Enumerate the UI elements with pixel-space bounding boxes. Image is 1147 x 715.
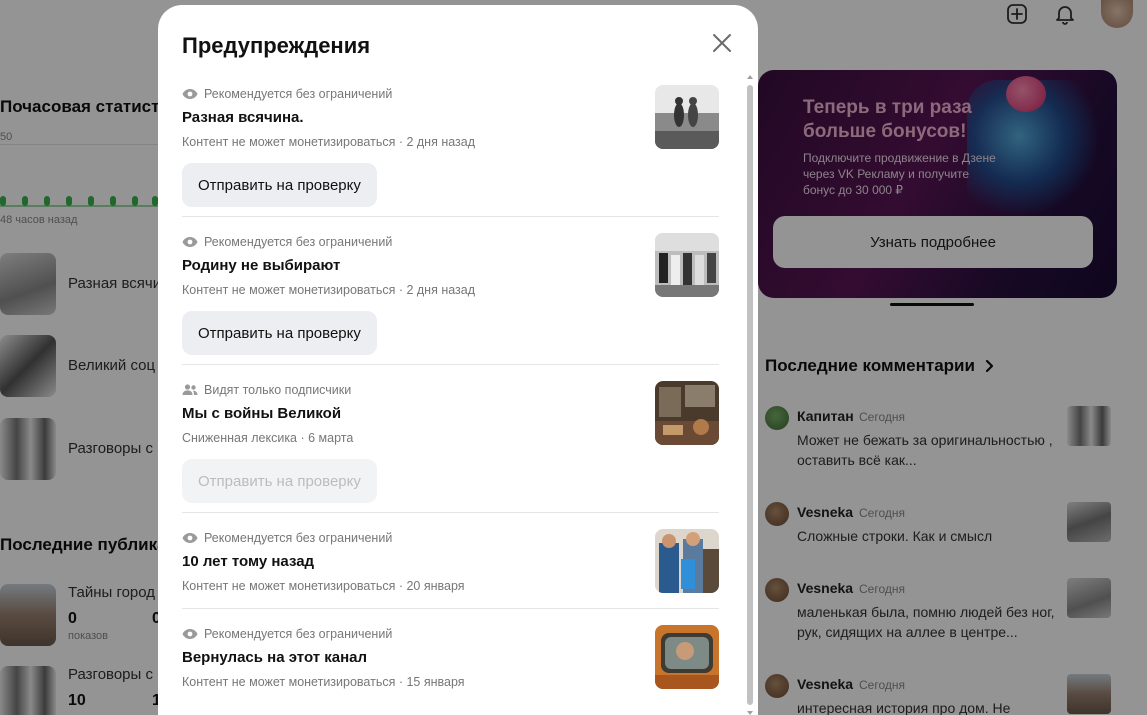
item-meta: Контент не может монетизироваться · 20 я… — [182, 579, 465, 593]
modal-title: Предупреждения — [182, 33, 371, 58]
item-title[interactable]: Разная всячина. — [182, 109, 304, 126]
warning-item: Рекомендуется без ограничений Вернулась … — [182, 615, 719, 711]
warning-item: Рекомендуется без ограничений Разная вся… — [182, 75, 719, 223]
submit-for-review-button: Отправить на проверку — [182, 459, 377, 503]
post-thumbnail[interactable] — [655, 85, 719, 149]
status-text: Видят только подписчики — [204, 383, 352, 397]
warnings-list: Рекомендуется без ограничений Разная вся… — [182, 75, 719, 715]
submit-for-review-button[interactable]: Отправить на проверку — [182, 163, 377, 207]
warning-item: Рекомендуется без ограничений 10 лет том… — [182, 519, 719, 615]
item-title[interactable]: Мы с войны Великой — [182, 405, 341, 422]
eye-icon — [182, 89, 198, 99]
post-thumbnail[interactable] — [655, 625, 719, 689]
item-meta: Контент не может монетизироваться · 2 дн… — [182, 283, 476, 297]
item-title[interactable]: 10 лет тому назад — [182, 553, 314, 570]
item-status: Рекомендуется без ограничений — [182, 87, 392, 101]
item-status: Рекомендуется без ограничений — [182, 627, 392, 641]
post-thumbnail[interactable] — [655, 381, 719, 445]
item-title[interactable]: Родину не выбирают — [182, 257, 340, 274]
status-text: Рекомендуется без ограничений — [204, 627, 393, 641]
status-text: Рекомендуется без ограничений — [204, 87, 393, 101]
item-status: Рекомендуется без ограничений — [182, 531, 392, 545]
submit-for-review-button[interactable]: Отправить на проверку — [182, 311, 377, 355]
close-icon — [713, 34, 731, 52]
item-title[interactable]: Вернулась на этот канал — [182, 649, 367, 666]
warning-item: Видят только подписчики Мы с войны Велик… — [182, 371, 719, 519]
divider — [182, 608, 719, 609]
eye-icon — [182, 629, 198, 639]
eye-icon — [182, 533, 198, 543]
status-text: Рекомендуется без ограничений — [204, 235, 393, 249]
item-meta: Сниженная лексика · 6 марта — [182, 431, 354, 445]
scroll-down-icon[interactable] — [746, 709, 754, 715]
warnings-modal: Предупреждения Рекомендуется без огранич… — [158, 5, 758, 715]
scrollbar-thumb[interactable] — [747, 85, 753, 705]
scrollbar[interactable] — [745, 71, 755, 715]
divider — [182, 216, 719, 217]
post-thumbnail[interactable] — [655, 529, 719, 593]
divider — [182, 364, 719, 365]
eye-icon — [182, 237, 198, 247]
item-meta: Контент не может монетизироваться · 15 я… — [182, 675, 465, 689]
subscribers-icon — [182, 384, 198, 395]
post-thumbnail[interactable] — [655, 233, 719, 297]
item-status: Видят только подписчики — [182, 383, 351, 397]
status-text: Рекомендуется без ограничений — [204, 531, 393, 545]
item-meta: Контент не может монетизироваться · 2 дн… — [182, 135, 476, 149]
warning-item: Рекомендуется без ограничений Родину не … — [182, 223, 719, 371]
close-button[interactable] — [708, 29, 736, 57]
divider — [182, 512, 719, 513]
scroll-up-icon[interactable] — [746, 73, 754, 81]
item-status: Рекомендуется без ограничений — [182, 235, 392, 249]
